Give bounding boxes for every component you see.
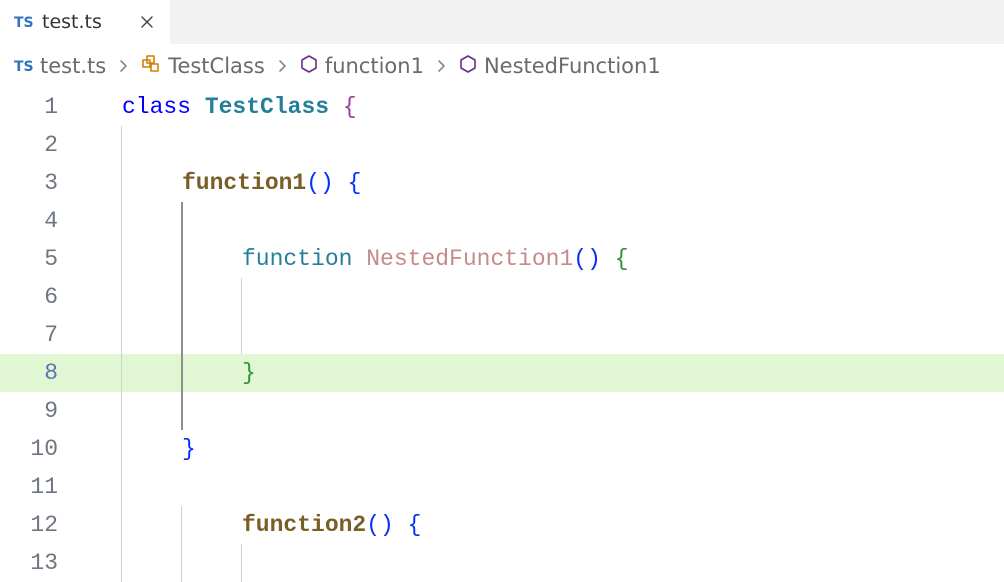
- line-number: 7: [0, 316, 86, 354]
- line-number: 5: [0, 240, 86, 278]
- typescript-icon: TS: [14, 12, 34, 32]
- line-number: 1: [0, 88, 86, 126]
- tab-label: test.ts: [42, 11, 102, 33]
- method-icon: [458, 54, 478, 79]
- breadcrumb-method[interactable]: function1: [299, 54, 424, 79]
- code-content: }: [242, 354, 256, 392]
- method-icon: [299, 54, 319, 79]
- code-line[interactable]: 6: [0, 278, 1004, 316]
- chevron-right-icon: [275, 54, 289, 78]
- line-number: 6: [0, 278, 86, 316]
- breadcrumb-file-label: test.ts: [40, 54, 106, 78]
- breadcrumb-nested-label: NestedFunction1: [484, 54, 661, 78]
- breadcrumb-file[interactable]: TS test.ts: [14, 54, 106, 78]
- line-number: 9: [0, 392, 86, 430]
- code-line[interactable]: 4: [0, 202, 1004, 240]
- code-line[interactable]: 11: [0, 468, 1004, 506]
- code-line[interactable]: 10 }: [0, 430, 1004, 468]
- code-line[interactable]: 7: [0, 316, 1004, 354]
- line-number: 3: [0, 164, 86, 202]
- chevron-right-icon: [116, 54, 130, 78]
- code-content: }: [182, 430, 196, 468]
- code-content: function2() {: [242, 506, 421, 544]
- code-editor[interactable]: 1 class TestClass { 2 3 function1() { 4 …: [0, 88, 1004, 582]
- breadcrumb-class[interactable]: TestClass: [140, 53, 265, 80]
- tab-test-ts[interactable]: TS test.ts: [0, 0, 170, 44]
- code-line-current[interactable]: 8 }: [0, 354, 1004, 392]
- line-number: 10: [0, 430, 86, 468]
- code-line[interactable]: 3 function1() {: [0, 164, 1004, 202]
- class-icon: [140, 53, 162, 80]
- line-number: 13: [0, 544, 86, 582]
- breadcrumb-nested-function[interactable]: NestedFunction1: [458, 54, 661, 79]
- code-line[interactable]: 5 function NestedFunction1() {: [0, 240, 1004, 278]
- code-content: class TestClass {: [122, 88, 357, 126]
- line-number: 11: [0, 468, 86, 506]
- code-line[interactable]: 13: [0, 544, 1004, 582]
- close-icon[interactable]: [136, 11, 158, 33]
- tab-bar: TS test.ts: [0, 0, 1004, 44]
- line-number: 12: [0, 506, 86, 544]
- svg-text:TS: TS: [14, 59, 34, 75]
- code-line[interactable]: 1 class TestClass {: [0, 88, 1004, 126]
- line-number: 4: [0, 202, 86, 240]
- code-line[interactable]: 9: [0, 392, 1004, 430]
- chevron-right-icon: [434, 54, 448, 78]
- breadcrumb-method-label: function1: [325, 54, 424, 78]
- code-line[interactable]: 2: [0, 126, 1004, 164]
- breadcrumb: TS test.ts TestClass function1 NestedFun…: [0, 44, 1004, 88]
- code-content: function NestedFunction1() {: [242, 240, 629, 278]
- line-number: 8: [0, 354, 86, 392]
- svg-text:TS: TS: [14, 15, 34, 31]
- typescript-icon: TS: [14, 56, 34, 76]
- breadcrumb-class-label: TestClass: [168, 54, 265, 78]
- code-content: function1() {: [182, 164, 361, 202]
- line-number: 2: [0, 126, 86, 164]
- code-line[interactable]: 12 function2() {: [0, 506, 1004, 544]
